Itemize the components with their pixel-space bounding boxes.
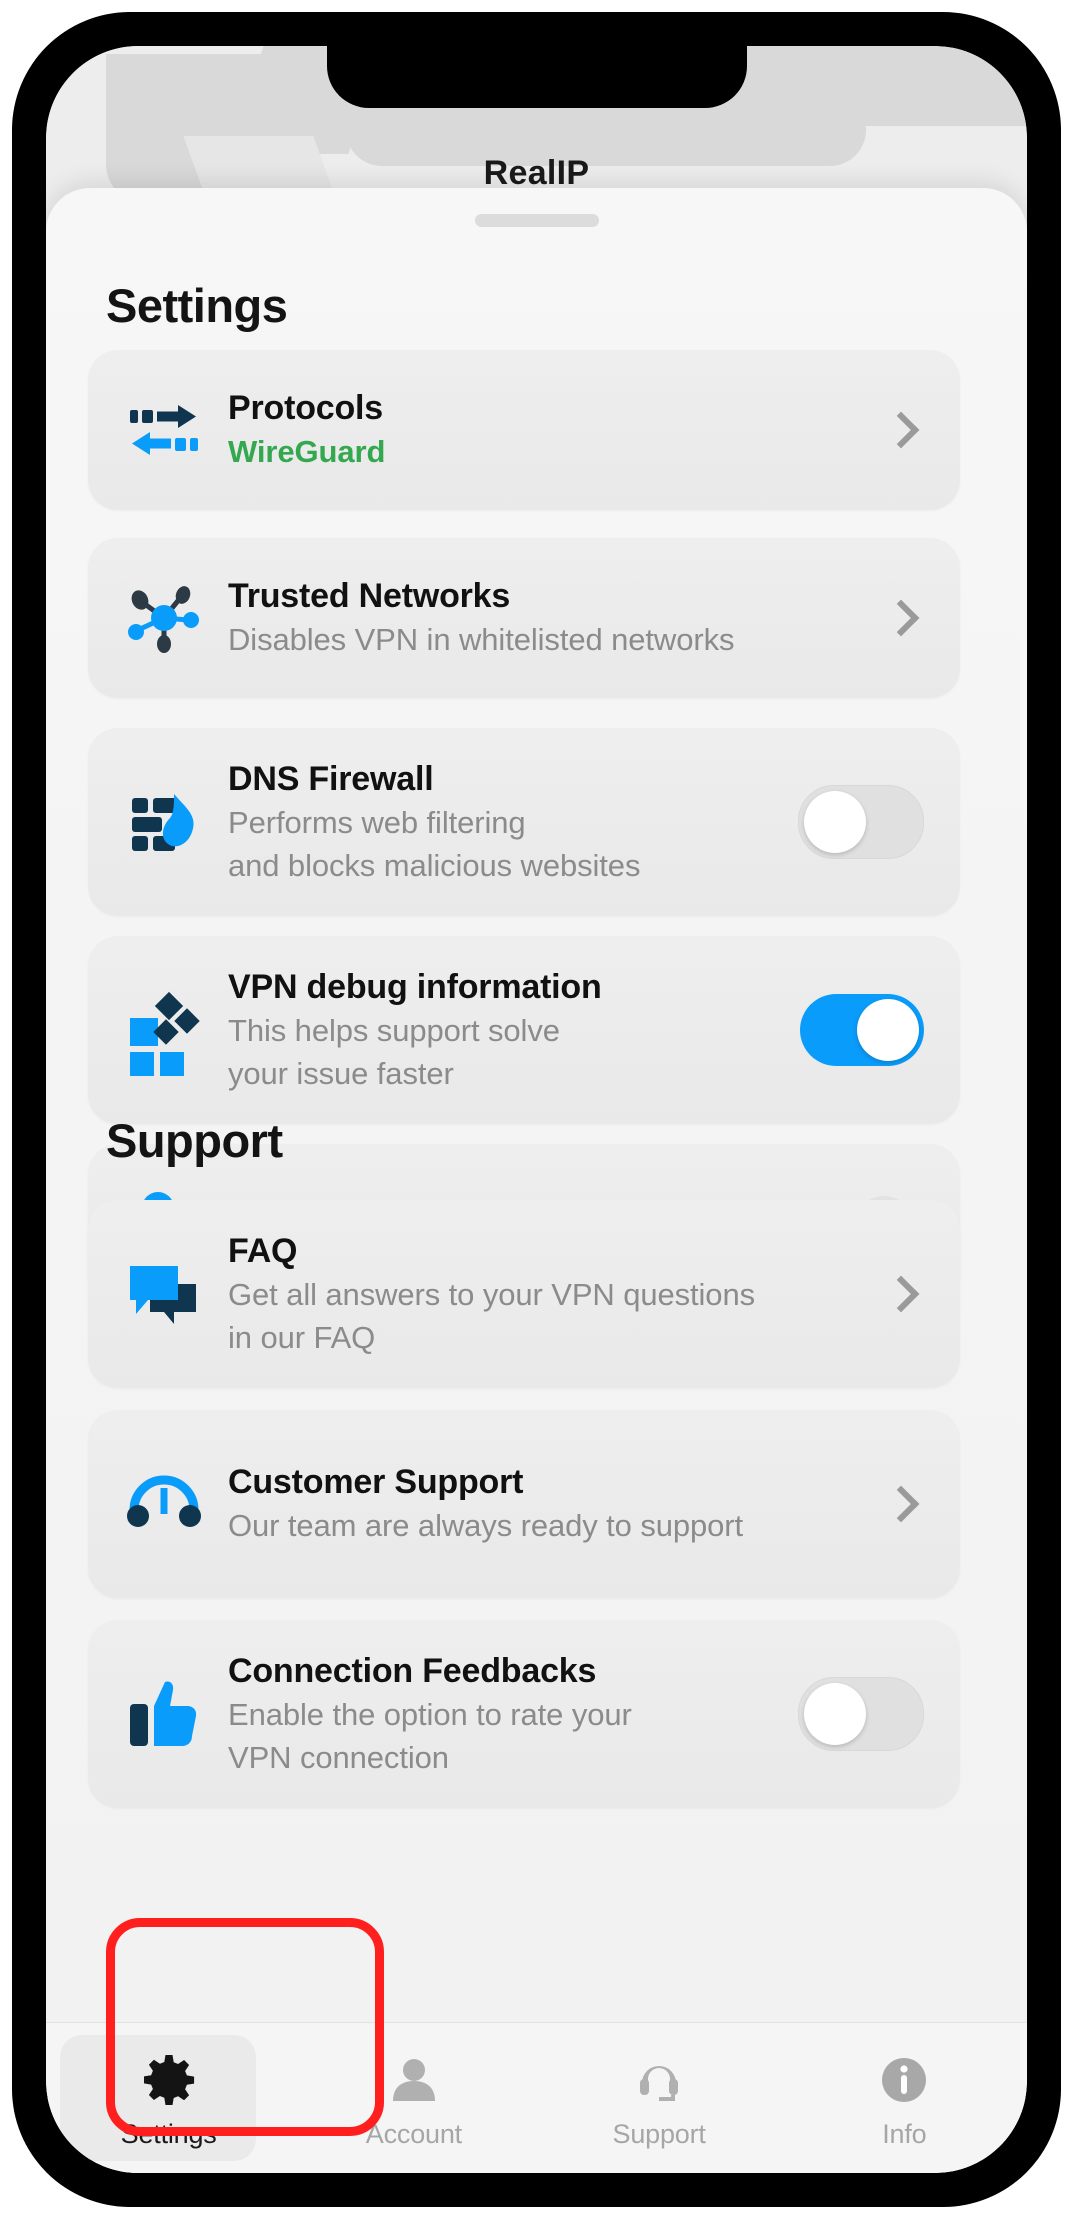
row-text-block: VPN debug information This helps support… xyxy=(228,967,840,1093)
row-title: DNS Firewall xyxy=(228,759,840,800)
row-protocols[interactable]: Protocols WireGuard xyxy=(88,350,960,510)
row-title: Connection Feedbacks xyxy=(228,1651,840,1692)
row-subtitle-line1: This helps support solve xyxy=(228,1012,840,1051)
phone-device: RealIP Settings xyxy=(12,12,1061,2207)
phone-screen: RealIP Settings xyxy=(46,46,1027,2173)
row-title: Protocols xyxy=(228,388,840,429)
row-text-block: Customer Support Our team are always rea… xyxy=(228,1462,840,1546)
tab-info[interactable]: Info xyxy=(782,2023,1027,2173)
row-subtitle-line1: Get all answers to your VPN questions xyxy=(228,1276,840,1315)
tab-label: Account xyxy=(366,2119,462,2150)
headset-icon xyxy=(632,2053,686,2107)
row-text-block: FAQ Get all answers to your VPN question… xyxy=(228,1231,840,1357)
tab-label: Info xyxy=(882,2119,926,2150)
connection-feedbacks-toggle[interactable] xyxy=(798,1677,924,1751)
debug-squares-icon xyxy=(126,992,202,1068)
row-subtitle-line2: and blocks malicious websites xyxy=(228,846,840,885)
tab-label: Settings xyxy=(121,2119,217,2150)
info-circle-icon xyxy=(877,2053,931,2107)
row-subtitle-line1: Our team are always ready to support xyxy=(228,1507,840,1546)
row-customer-support[interactable]: Customer Support Our team are always rea… xyxy=(88,1410,960,1598)
toggle-knob xyxy=(857,999,919,1061)
vpn-debug-toggle[interactable] xyxy=(800,994,924,1066)
chevron-right-icon[interactable] xyxy=(883,412,920,449)
chevron-right-icon[interactable] xyxy=(883,600,920,637)
row-trusted-networks[interactable]: Trusted Networks Disables VPN in whiteli… xyxy=(88,538,960,698)
row-text-block: Trusted Networks Disables VPN in whiteli… xyxy=(228,576,840,660)
phone-bezel: RealIP Settings xyxy=(46,46,1027,2173)
row-subtitle-line2: VPN connection xyxy=(228,1738,840,1777)
section-title-settings: Settings xyxy=(106,278,287,333)
toggle-knob xyxy=(804,1683,866,1745)
protocols-arrows-icon xyxy=(126,392,202,468)
settings-sheet: Settings xyxy=(46,188,1027,2173)
toggle-knob xyxy=(804,791,866,853)
row-subtitle-line1: Performs web filtering xyxy=(228,804,840,843)
row-subtitle-line1: Enable the option to rate your xyxy=(228,1696,840,1735)
bg-shape xyxy=(766,46,1026,126)
row-text-block: Connection Feedbacks Enable the option t… xyxy=(228,1651,840,1777)
tab-account[interactable]: Account xyxy=(291,2023,536,2173)
thumbs-up-icon xyxy=(126,1676,202,1752)
headset-icon xyxy=(126,1466,202,1542)
row-title: Trusted Networks xyxy=(228,576,840,617)
tab-settings[interactable]: Settings xyxy=(46,2023,291,2173)
dns-firewall-toggle[interactable] xyxy=(798,785,924,859)
row-text-block: DNS Firewall Performs web filtering and … xyxy=(228,759,840,885)
bottom-tab-bar: Settings Account xyxy=(46,2022,1027,2173)
tab-label: Support xyxy=(613,2119,706,2150)
row-subtitle-line2: your issue faster xyxy=(228,1054,840,1093)
row-text-block: Protocols WireGuard xyxy=(228,388,840,472)
firewall-flame-icon xyxy=(126,784,202,860)
sheet-content: Settings xyxy=(46,188,1027,2173)
network-hub-icon xyxy=(126,580,202,656)
row-title: VPN debug information xyxy=(228,967,840,1008)
chevron-right-icon[interactable] xyxy=(883,1276,920,1313)
row-connection-feedbacks[interactable]: Connection Feedbacks Enable the option t… xyxy=(88,1620,960,1808)
tab-support[interactable]: Support xyxy=(537,2023,782,2173)
row-subtitle: WireGuard xyxy=(228,433,840,472)
row-dns-firewall[interactable]: DNS Firewall Performs web filtering and … xyxy=(88,728,960,916)
row-subtitle-line2: in our FAQ xyxy=(228,1318,840,1357)
section-title-support: Support xyxy=(106,1113,283,1168)
chevron-right-icon[interactable] xyxy=(883,1486,920,1523)
row-subtitle: Disables VPN in whitelisted networks xyxy=(228,621,840,660)
person-icon xyxy=(387,2053,441,2107)
row-title: FAQ xyxy=(228,1231,840,1272)
row-faq[interactable]: FAQ Get all answers to your VPN question… xyxy=(88,1200,960,1388)
gear-icon xyxy=(142,2053,196,2107)
screenshot-root: RealIP Settings xyxy=(0,0,1073,2219)
chat-bubbles-icon xyxy=(126,1256,202,1332)
row-vpn-debug-information[interactable]: VPN debug information This helps support… xyxy=(88,936,960,1124)
row-title: Customer Support xyxy=(228,1462,840,1503)
device-notch xyxy=(327,46,747,108)
